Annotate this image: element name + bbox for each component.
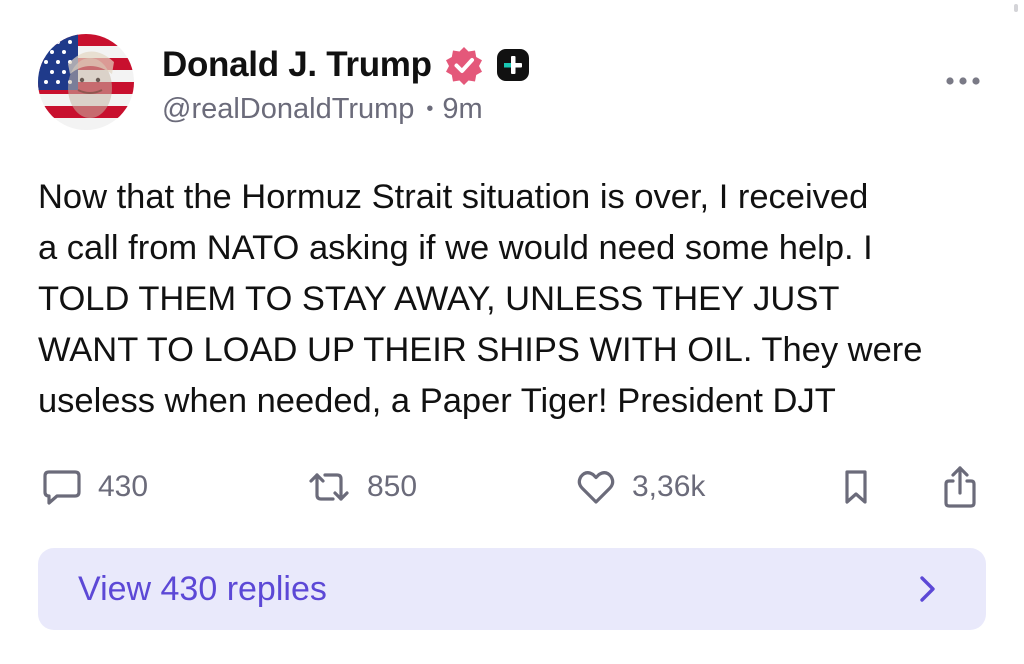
- meta-separator: •: [426, 98, 434, 120]
- plus-badge-icon: [496, 49, 529, 81]
- avatar-image: [38, 34, 134, 130]
- like-count: 3,36k: [632, 470, 706, 503]
- comment-icon: [43, 470, 81, 505]
- share-icon: [944, 466, 976, 508]
- post-time: 9m: [442, 93, 483, 125]
- reply-count: 430: [98, 470, 149, 503]
- like-button[interactable]: 3,36k: [574, 460, 705, 514]
- view-replies-label: View 430 replies: [78, 570, 327, 608]
- verified-badge-icon: [445, 47, 482, 85]
- scroll-indicator: [1014, 4, 1018, 12]
- share-button[interactable]: [938, 460, 982, 514]
- reply-button[interactable]: 430: [40, 460, 148, 514]
- author-meta-row: @realDonaldTrump • 9m: [162, 93, 483, 126]
- author-handle[interactable]: @realDonaldTrump: [162, 93, 414, 126]
- view-replies-button[interactable]: View 430 replies: [38, 548, 986, 630]
- more-options-button[interactable]: [938, 66, 988, 96]
- avatar[interactable]: [38, 34, 134, 130]
- post-actions: 430 850 3,36k: [0, 460, 1024, 520]
- bookmark-button[interactable]: [834, 460, 878, 514]
- author-name-row: Donald J. Trump: [162, 42, 530, 88]
- heart-icon: [577, 471, 615, 504]
- repost-button[interactable]: 850: [305, 460, 417, 514]
- more-options-icon: [946, 77, 980, 85]
- author-display-name[interactable]: Donald J. Trump: [162, 45, 432, 85]
- repost-count: 850: [367, 470, 418, 503]
- post-text: Now that the Hormuz Strait situation is …: [38, 178, 923, 420]
- bookmark-icon: [845, 470, 867, 504]
- repost-icon: [309, 473, 349, 501]
- chevron-right-icon: [920, 576, 935, 602]
